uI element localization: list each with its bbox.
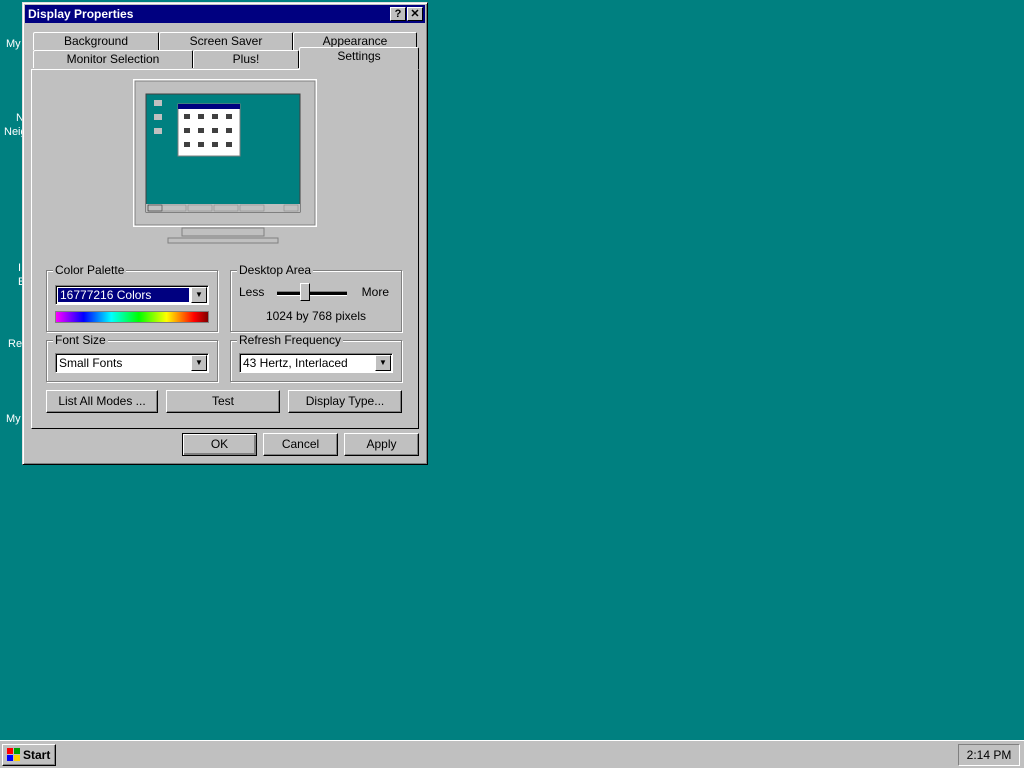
tab-monitor-selection[interactable]: Monitor Selection bbox=[33, 50, 193, 68]
start-button[interactable]: Start bbox=[2, 744, 56, 766]
help-button[interactable]: ? bbox=[390, 7, 406, 21]
slider-more-label: More bbox=[361, 285, 389, 299]
desktop-icon-label[interactable]: My bbox=[6, 38, 21, 50]
font-size-label: Font Size bbox=[53, 333, 108, 347]
ok-button[interactable]: OK bbox=[182, 433, 257, 456]
desktop-icon-label[interactable]: I bbox=[18, 262, 21, 274]
close-button[interactable]: ✕ bbox=[407, 7, 423, 21]
monitor-preview bbox=[133, 79, 317, 244]
desktop-area-label: Desktop Area bbox=[237, 263, 314, 277]
tab-settings[interactable]: Settings bbox=[299, 47, 419, 70]
tab-screen-saver[interactable]: Screen Saver bbox=[159, 32, 293, 50]
cancel-button[interactable]: Cancel bbox=[263, 433, 338, 456]
font-size-value: Small Fonts bbox=[59, 356, 123, 370]
display-properties-window: Display Properties ? ✕ Background Screen… bbox=[22, 2, 428, 465]
settings-panel: Color Palette 16777216 Colors ▼ Desktop … bbox=[31, 69, 419, 429]
font-size-select[interactable]: Small Fonts ▼ bbox=[55, 353, 209, 373]
desktop-area-group: Desktop Area Less More 1024 by 768 pixel… bbox=[230, 263, 402, 332]
tab-background[interactable]: Background bbox=[33, 32, 159, 50]
chevron-down-icon[interactable]: ▼ bbox=[375, 355, 391, 371]
window-title: Display Properties bbox=[28, 7, 134, 21]
apply-button[interactable]: Apply bbox=[344, 433, 419, 456]
refresh-frequency-group: Refresh Frequency 43 Hertz, Interlaced ▼ bbox=[230, 333, 402, 382]
test-button[interactable]: Test bbox=[166, 390, 280, 413]
slider-less-label: Less bbox=[239, 285, 265, 299]
chevron-down-icon[interactable]: ▼ bbox=[191, 287, 207, 303]
desktop-area-value: 1024 by 768 pixels bbox=[265, 309, 367, 323]
display-type-button[interactable]: Display Type... bbox=[288, 390, 402, 413]
title-bar[interactable]: Display Properties ? ✕ bbox=[25, 5, 425, 23]
refresh-frequency-value: 43 Hertz, Interlaced bbox=[243, 356, 348, 370]
desktop-area-slider-thumb[interactable] bbox=[300, 283, 310, 301]
refresh-frequency-select[interactable]: 43 Hertz, Interlaced ▼ bbox=[239, 353, 393, 373]
refresh-frequency-label: Refresh Frequency bbox=[237, 333, 344, 347]
system-clock[interactable]: 2:14 PM bbox=[958, 744, 1020, 766]
color-palette-label: Color Palette bbox=[53, 263, 127, 277]
color-palette-group: Color Palette 16777216 Colors ▼ bbox=[46, 263, 218, 332]
desktop-area-slider-track[interactable] bbox=[277, 291, 347, 296]
font-size-group: Font Size Small Fonts ▼ bbox=[46, 333, 218, 382]
color-palette-value: 16777216 Colors bbox=[58, 288, 189, 302]
desktop-icon-label[interactable]: Re bbox=[8, 338, 22, 350]
chevron-down-icon[interactable]: ▼ bbox=[191, 355, 207, 371]
color-palette-select[interactable]: 16777216 Colors ▼ bbox=[55, 285, 209, 305]
windows-logo-icon bbox=[7, 748, 20, 761]
color-spectrum-bar bbox=[55, 311, 209, 323]
start-label: Start bbox=[23, 748, 51, 762]
tab-plus[interactable]: Plus! bbox=[193, 50, 299, 68]
taskbar: Start 2:14 PM bbox=[0, 740, 1024, 768]
desktop-icon-label[interactable]: My bbox=[6, 413, 21, 425]
list-all-modes-button[interactable]: List All Modes ... bbox=[46, 390, 158, 413]
